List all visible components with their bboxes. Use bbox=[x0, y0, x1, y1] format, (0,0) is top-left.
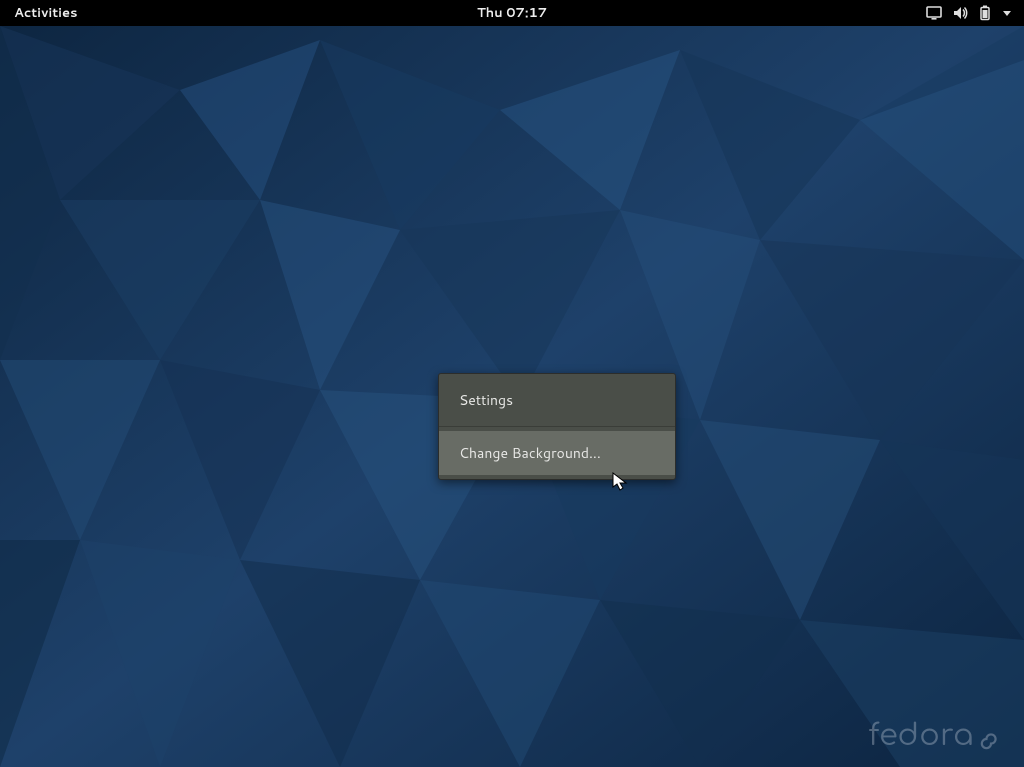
activities-button[interactable]: Activities bbox=[0, 4, 92, 22]
menu-item-change-background[interactable]: Change Background... bbox=[439, 431, 675, 475]
clock[interactable]: Thu 07:17 bbox=[477, 4, 547, 22]
battery-icon[interactable] bbox=[978, 5, 992, 21]
distro-watermark: fedora bbox=[868, 720, 1002, 753]
activities-label: Activities bbox=[14, 4, 78, 22]
menu-item-label: Change Background... bbox=[459, 443, 601, 463]
system-tray[interactable] bbox=[926, 5, 1024, 21]
clock-text: Thu 07:17 bbox=[477, 4, 547, 22]
screen-icon[interactable] bbox=[926, 6, 942, 20]
menu-item-label: Settings bbox=[459, 390, 513, 410]
chevron-down-icon[interactable] bbox=[1002, 8, 1012, 18]
menu-separator bbox=[439, 426, 675, 427]
volume-icon[interactable] bbox=[952, 6, 968, 20]
desktop-context-menu: Settings Change Background... bbox=[438, 373, 676, 480]
fedora-logo-icon bbox=[980, 728, 1002, 750]
watermark-text: fedora bbox=[868, 720, 974, 753]
top-bar: Activities Thu 07:17 bbox=[0, 0, 1024, 26]
menu-item-settings[interactable]: Settings bbox=[439, 378, 675, 422]
